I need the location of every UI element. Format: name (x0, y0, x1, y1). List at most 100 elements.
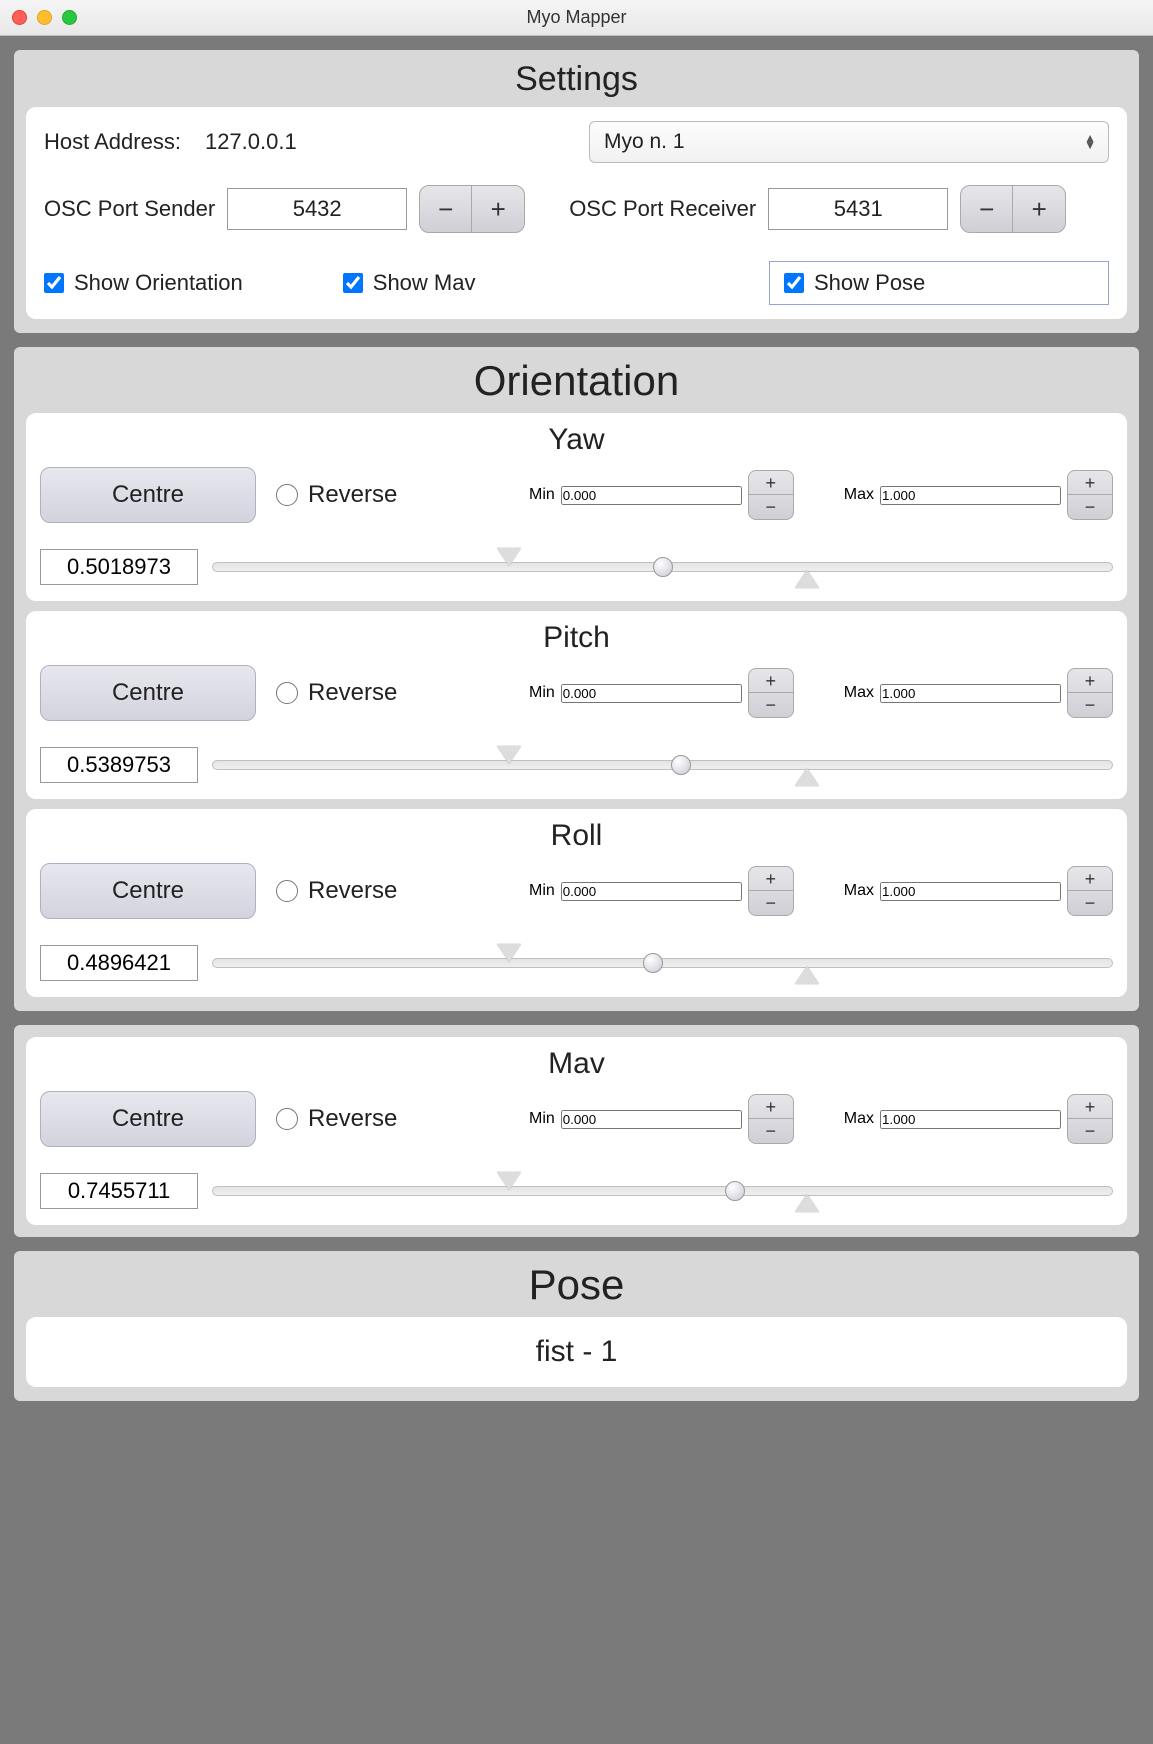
osc-sender-increment[interactable]: + (472, 186, 524, 232)
yaw-min-label: Min (529, 486, 555, 504)
show-orientation-check[interactable]: Show Orientation (44, 261, 243, 305)
mav-marker-down-icon[interactable] (497, 1172, 521, 1190)
osc-receiver-decrement[interactable]: − (961, 186, 1013, 232)
yaw-slider-thumb[interactable] (653, 557, 673, 577)
osc-receiver-input[interactable] (768, 188, 948, 230)
yaw-section: Yaw Centre Reverse Min + (26, 413, 1127, 601)
maximize-icon[interactable] (62, 10, 77, 25)
mav-panel: Mav Centre Reverse Min +− Max (14, 1025, 1139, 1237)
yaw-max-input[interactable] (880, 486, 1061, 505)
roll-reverse[interactable]: Reverse (276, 877, 397, 905)
yaw-min-dec[interactable]: − (749, 495, 793, 519)
roll-slider[interactable] (212, 948, 1113, 978)
close-icon[interactable] (12, 10, 27, 25)
pose-title: Pose (26, 1261, 1127, 1309)
pitch-max-input[interactable] (880, 684, 1061, 703)
roll-max-label: Max (844, 882, 874, 900)
pitch-centre-button[interactable]: Centre (40, 665, 256, 721)
roll-reverse-radio[interactable] (276, 880, 298, 902)
mav-centre-button[interactable]: Centre (40, 1091, 256, 1147)
host-value: 127.0.0.1 (205, 129, 297, 155)
yaw-min-inc[interactable]: + (749, 471, 793, 495)
roll-marker-up-icon[interactable] (795, 966, 819, 984)
osc-receiver-increment[interactable]: + (1013, 186, 1065, 232)
mav-max-dec[interactable]: − (1068, 1119, 1112, 1143)
yaw-reverse-label: Reverse (308, 481, 397, 509)
device-select[interactable]: Myo n. 1 ▲▼ (589, 121, 1109, 163)
osc-sender-decrement[interactable]: − (420, 186, 472, 232)
osc-receiver-label: OSC Port Receiver (569, 196, 756, 222)
yaw-slider[interactable] (212, 552, 1113, 582)
yaw-min-input[interactable] (561, 486, 742, 505)
roll-min-dec[interactable]: − (749, 891, 793, 915)
pose-panel: Pose fist - 1 (14, 1251, 1139, 1401)
settings-title: Settings (26, 60, 1127, 99)
roll-reverse-label: Reverse (308, 877, 397, 905)
pitch-title: Pitch (40, 621, 1113, 655)
orientation-title: Orientation (26, 357, 1127, 405)
pitch-reverse[interactable]: Reverse (276, 679, 397, 707)
show-pose-check[interactable]: Show Pose (784, 270, 1094, 296)
roll-min-label: Min (529, 882, 555, 900)
yaw-max-dec[interactable]: − (1068, 495, 1112, 519)
show-orientation-label: Show Orientation (74, 270, 243, 296)
pitch-marker-down-icon[interactable] (497, 746, 521, 764)
yaw-marker-down-icon[interactable] (497, 548, 521, 566)
roll-title: Roll (40, 819, 1113, 853)
show-orientation-checkbox[interactable] (44, 273, 64, 293)
mav-min-dec[interactable]: − (749, 1119, 793, 1143)
mav-reverse-label: Reverse (308, 1105, 397, 1133)
roll-section: Roll Centre Reverse Min +− (26, 809, 1127, 997)
mav-reverse[interactable]: Reverse (276, 1105, 397, 1133)
mav-value: 0.7455711 (40, 1173, 198, 1209)
yaw-centre-button[interactable]: Centre (40, 467, 256, 523)
roll-max-input[interactable] (880, 882, 1061, 901)
mav-section: Mav Centre Reverse Min +− Max (26, 1037, 1127, 1225)
pitch-max-inc[interactable]: + (1068, 669, 1112, 693)
mav-max-input[interactable] (880, 1110, 1061, 1129)
yaw-max-inc[interactable]: + (1068, 471, 1112, 495)
host-label: Host Address: (44, 129, 181, 155)
pitch-marker-up-icon[interactable] (795, 768, 819, 786)
yaw-value: 0.5018973 (40, 549, 198, 585)
yaw-reverse[interactable]: Reverse (276, 481, 397, 509)
minimize-icon[interactable] (37, 10, 52, 25)
orientation-panel: Orientation Yaw Centre Reverse Min (14, 347, 1139, 1011)
show-mav-check[interactable]: Show Mav (343, 261, 476, 305)
show-pose-checkbox[interactable] (784, 273, 804, 293)
pitch-section: Pitch Centre Reverse Min +− (26, 611, 1127, 799)
show-mav-label: Show Mav (373, 270, 476, 296)
mav-max-label: Max (844, 1110, 874, 1128)
pitch-min-dec[interactable]: − (749, 693, 793, 717)
osc-sender-input[interactable] (227, 188, 407, 230)
mav-min-inc[interactable]: + (749, 1095, 793, 1119)
roll-value: 0.4896421 (40, 945, 198, 981)
mav-slider[interactable] (212, 1176, 1113, 1206)
pitch-slider-thumb[interactable] (671, 755, 691, 775)
settings-panel: Settings Host Address: 127.0.0.1 Myo n. … (14, 50, 1139, 333)
mav-marker-up-icon[interactable] (795, 1194, 819, 1212)
pitch-min-inc[interactable]: + (749, 669, 793, 693)
mav-min-input[interactable] (561, 1110, 742, 1129)
mav-title: Mav (40, 1047, 1113, 1081)
roll-max-dec[interactable]: − (1068, 891, 1112, 915)
pitch-min-input[interactable] (561, 684, 742, 703)
pitch-slider[interactable] (212, 750, 1113, 780)
pitch-max-dec[interactable]: − (1068, 693, 1112, 717)
mav-reverse-radio[interactable] (276, 1108, 298, 1130)
roll-min-input[interactable] (561, 882, 742, 901)
mav-slider-thumb[interactable] (725, 1181, 745, 1201)
titlebar[interactable]: Myo Mapper (0, 0, 1153, 36)
mav-max-inc[interactable]: + (1068, 1095, 1112, 1119)
show-mav-checkbox[interactable] (343, 273, 363, 293)
yaw-marker-up-icon[interactable] (795, 570, 819, 588)
roll-max-inc[interactable]: + (1068, 867, 1112, 891)
roll-marker-down-icon[interactable] (497, 944, 521, 962)
pitch-min-label: Min (529, 684, 555, 702)
pitch-reverse-radio[interactable] (276, 682, 298, 704)
roll-slider-thumb[interactable] (643, 953, 663, 973)
roll-centre-button[interactable]: Centre (40, 863, 256, 919)
roll-min-inc[interactable]: + (749, 867, 793, 891)
show-pose-label: Show Pose (814, 270, 925, 296)
yaw-reverse-radio[interactable] (276, 484, 298, 506)
